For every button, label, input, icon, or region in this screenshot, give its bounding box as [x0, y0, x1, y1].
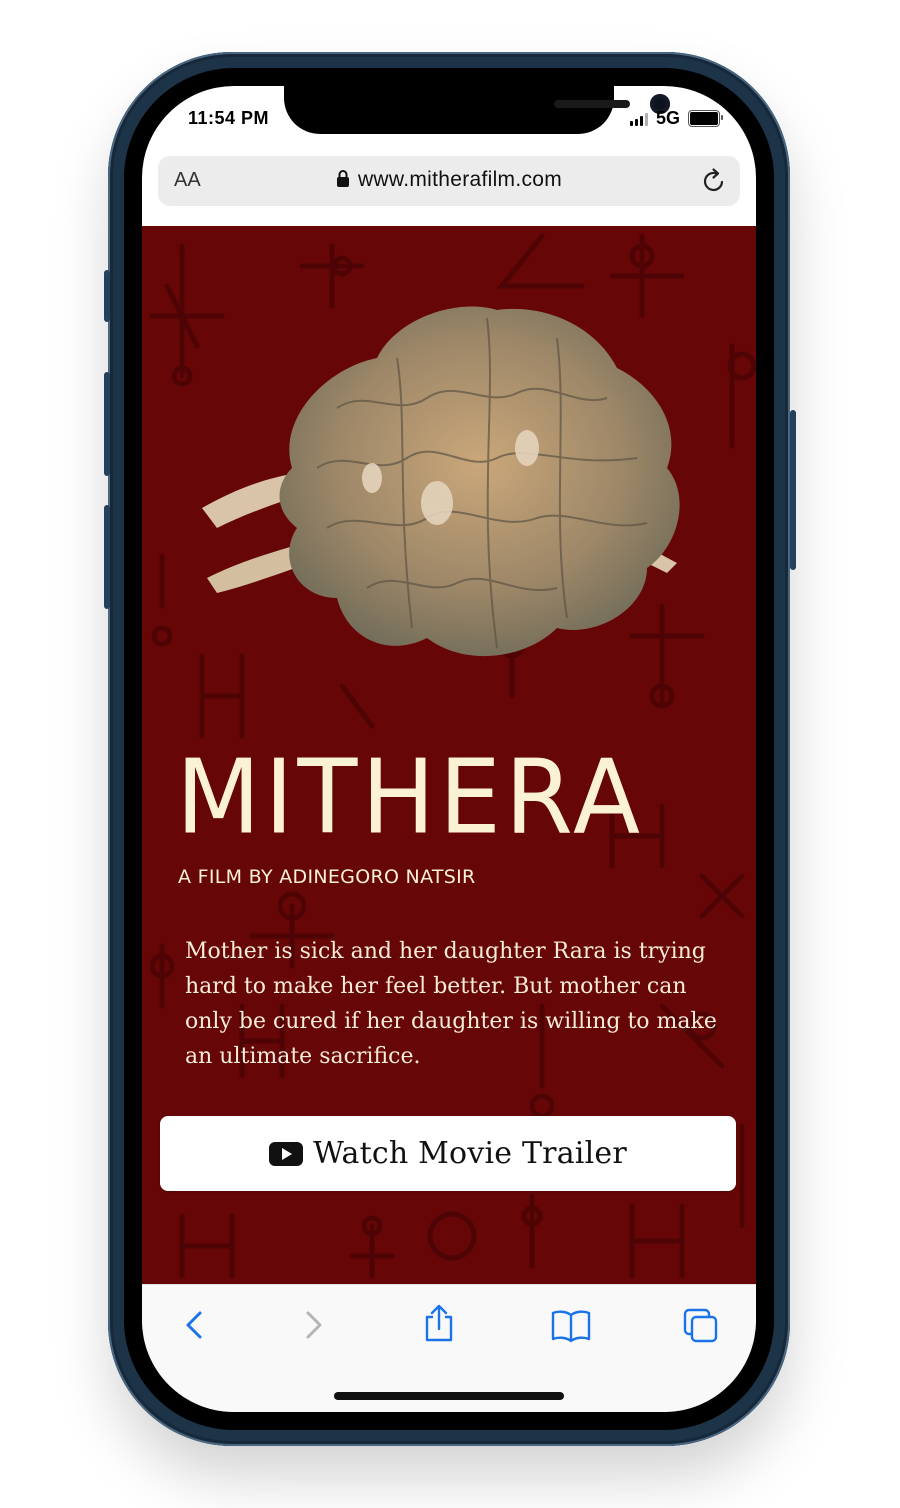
chevron-right-icon[interactable]	[300, 1307, 326, 1343]
browser-toolbar	[142, 1284, 756, 1412]
watch-trailer-label: Watch Movie Trailer	[313, 1136, 627, 1171]
mute-switch	[104, 270, 110, 322]
phone-screen: 11:54 PM 5G AA www.mitherafilm.com MITHE…	[142, 86, 756, 1412]
youtube-icon	[269, 1141, 304, 1166]
volume-down-button	[104, 505, 110, 609]
network-type: 5G	[655, 108, 680, 128]
film-synopsis: Mother is sick and her daughter Rara is …	[185, 939, 717, 1069]
address-bar[interactable]: AA www.mitherafilm.com	[158, 156, 740, 206]
status-indicators: 5G	[629, 108, 723, 129]
cellular-signal-icon	[629, 112, 648, 126]
watch-trailer-button[interactable]: Watch Movie Trailer	[160, 1116, 736, 1191]
power-button	[790, 410, 796, 570]
reload-icon[interactable]	[700, 167, 728, 195]
share-icon[interactable]	[422, 1303, 456, 1343]
book-icon[interactable]	[550, 1309, 592, 1343]
movie-poster-artwork	[202, 306, 680, 657]
chevron-left-icon[interactable]	[182, 1307, 208, 1343]
home-indicator[interactable]	[334, 1392, 564, 1400]
url-display[interactable]: www.mitherafilm.com	[158, 168, 740, 192]
tabs-icon[interactable]	[682, 1307, 720, 1345]
volume-up-button	[104, 372, 110, 476]
notch	[284, 86, 670, 134]
url-text: www.mitherafilm.com	[357, 168, 563, 191]
battery-icon	[688, 110, 723, 127]
lock-icon	[336, 170, 349, 187]
page-content: MITHERA A FILM BY ADINEGORO NATSIR Mothe…	[142, 226, 756, 1284]
film-byline: A FILM BY ADINEGORO NATSIR	[178, 866, 476, 888]
status-time: 11:54 PM	[188, 108, 270, 128]
film-title-logo: MITHERA	[176, 738, 645, 858]
earpiece-speaker	[554, 100, 630, 108]
